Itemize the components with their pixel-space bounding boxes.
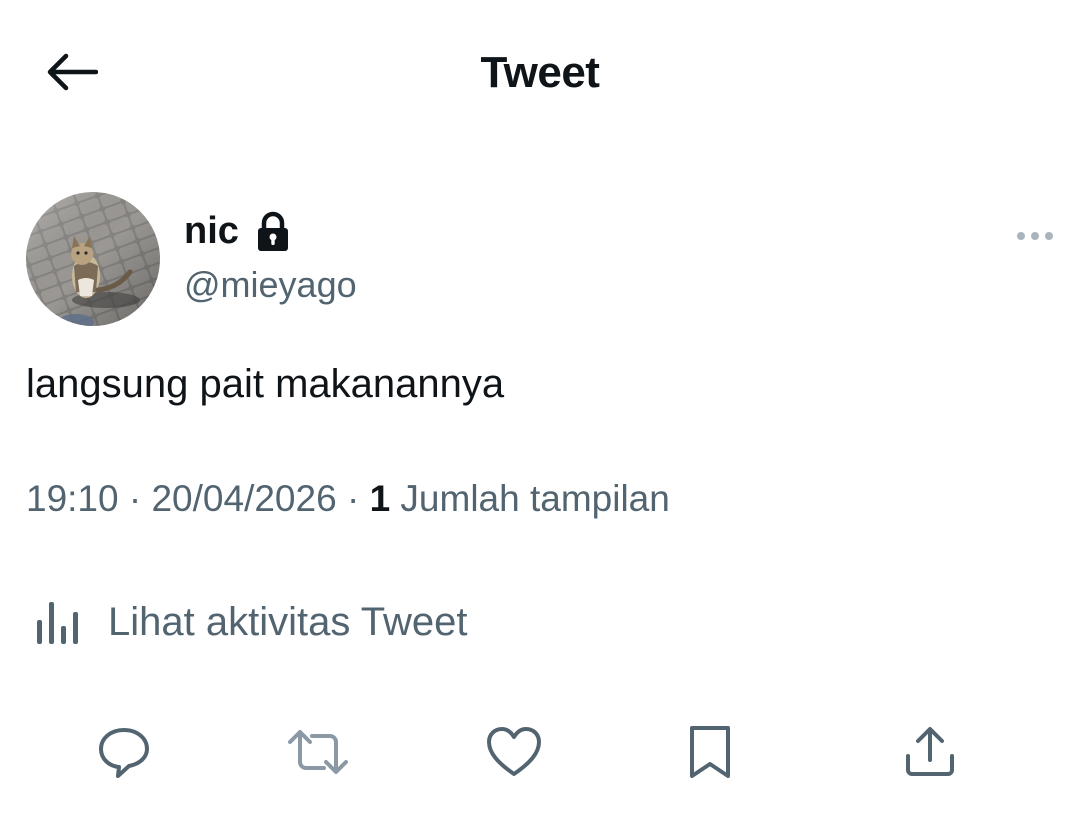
more-options-button[interactable]: [1010, 218, 1060, 258]
display-name-text: nic: [184, 210, 239, 252]
top-bar: Tweet: [0, 0, 1080, 150]
meta-separator: ·: [336, 478, 370, 519]
bookmark-icon: [686, 724, 734, 785]
retweet-icon: [286, 724, 350, 785]
page-title: Tweet: [480, 48, 600, 97]
tweet-author: nic @mieyago: [26, 192, 1066, 328]
tweet-date[interactable]: 20/04/2026: [151, 478, 336, 519]
tweet-time[interactable]: 19:10: [26, 478, 119, 519]
bookmark-button[interactable]: [674, 718, 746, 790]
view-tweet-activity-label: Lihat aktivitas Tweet: [108, 599, 468, 644]
lock-icon: [253, 211, 293, 253]
retweet-button[interactable]: [282, 718, 354, 790]
reply-button[interactable]: [88, 718, 160, 790]
reply-icon: [96, 724, 152, 785]
like-icon: [486, 726, 542, 783]
share-button[interactable]: [894, 718, 966, 790]
view-tweet-activity-link[interactable]: Lihat aktivitas Tweet: [34, 598, 467, 646]
analytics-bar-icon: [34, 598, 82, 646]
tweet-text: langsung pait makanannya: [26, 362, 505, 406]
meta-separator: ·: [118, 478, 152, 519]
display-name[interactable]: nic: [184, 210, 293, 253]
share-icon: [902, 724, 958, 785]
like-button[interactable]: [478, 718, 550, 790]
user-handle[interactable]: @mieyago: [184, 264, 357, 306]
views-count: 1: [369, 478, 391, 519]
tweet-meta: 19:10 · 20/04/2026 · 1 Jumlah tampilan: [26, 478, 670, 520]
views-label: Jumlah tampilan: [390, 478, 670, 519]
more-horizontal-icon: [1015, 229, 1055, 247]
avatar[interactable]: [26, 192, 160, 326]
cat-photo-avatar: [26, 192, 160, 326]
tweet-action-bar: [0, 718, 1080, 790]
